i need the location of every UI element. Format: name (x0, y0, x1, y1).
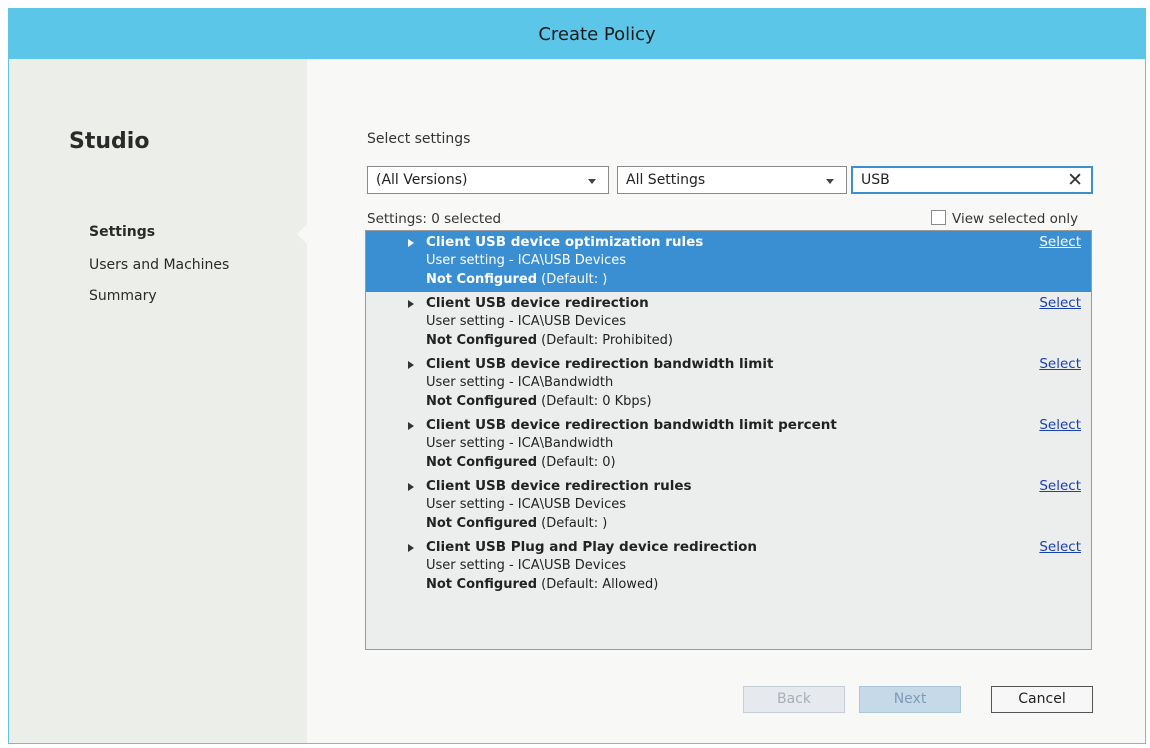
sidebar-item-summary[interactable]: Summary (89, 288, 157, 304)
expand-triangle-icon[interactable] (408, 422, 414, 430)
cancel-button[interactable]: Cancel (991, 686, 1093, 713)
setting-scope: User setting - ICA\USB Devices (426, 497, 627, 512)
active-step-indicator (297, 224, 307, 244)
next-button[interactable]: Next (859, 686, 961, 713)
setting-name: Client USB device optimization rules (426, 234, 704, 250)
expand-triangle-icon[interactable] (408, 544, 414, 552)
setting-scope: User setting - ICA\USB Devices (426, 558, 627, 573)
sidebar-item-users-and-machines[interactable]: Users and Machines (89, 257, 229, 273)
setting-status: Not Configured (Default: Prohibited) (426, 333, 673, 348)
select-link[interactable]: Select (1039, 539, 1081, 555)
version-filter-dropdown[interactable]: (All Versions) (367, 166, 609, 194)
setting-status: Not Configured (Default: 0 Kbps) (426, 394, 652, 409)
selected-count: Settings: 0 selected (367, 211, 502, 227)
setting-scope: User setting - ICA\Bandwidth (426, 375, 614, 390)
list-item[interactable]: Client USB device redirection rules User… (366, 475, 1091, 536)
category-filter-dropdown[interactable]: All Settings (617, 166, 847, 194)
expand-triangle-icon[interactable] (408, 239, 414, 247)
select-link[interactable]: Select (1039, 234, 1081, 250)
title-bar: Create Policy (9, 9, 1145, 59)
list-item[interactable]: Client USB device redirection User setti… (366, 292, 1091, 353)
setting-status: Not Configured (Default: ) (426, 516, 607, 531)
chevron-down-icon (826, 179, 834, 184)
setting-status: Not Configured (Default: 0) (426, 455, 616, 470)
expand-triangle-icon[interactable] (408, 300, 414, 308)
expand-triangle-icon[interactable] (408, 483, 414, 491)
create-policy-dialog: Create Policy Studio Settings Users and … (8, 8, 1146, 744)
select-link[interactable]: Select (1039, 356, 1081, 372)
default-value: (Default: 0 Kbps) (541, 394, 652, 409)
chevron-down-icon (588, 179, 596, 184)
setting-scope: User setting - ICA\USB Devices (426, 314, 627, 329)
sidebar-item-settings[interactable]: Settings (89, 224, 155, 240)
list-item[interactable]: Client USB device redirection bandwidth … (366, 414, 1091, 475)
status-value: Not Configured (426, 272, 538, 287)
setting-name: Client USB device redirection bandwidth … (426, 417, 837, 433)
list-item[interactable]: Client USB device optimization rules Use… (366, 231, 1091, 292)
setting-name: Client USB device redirection bandwidth … (426, 356, 774, 372)
list-item[interactable]: Client USB Plug and Play device redirect… (366, 536, 1091, 597)
setting-name: Client USB device redirection (426, 295, 649, 311)
status-value: Not Configured (426, 333, 538, 348)
page-heading: Select settings (367, 131, 471, 147)
settings-list[interactable]: Client USB device optimization rules Use… (365, 230, 1092, 650)
setting-scope: User setting - ICA\USB Devices (426, 253, 627, 268)
list-item[interactable]: Client USB device redirection bandwidth … (366, 353, 1091, 414)
search-value: USB (861, 172, 890, 188)
default-value: (Default: 0) (541, 455, 616, 470)
wizard-sidebar: Studio Settings Users and Machines Summa… (9, 59, 307, 743)
status-value: Not Configured (426, 577, 538, 592)
search-input[interactable]: USB ✕ (851, 166, 1093, 194)
setting-name: Client USB Plug and Play device redirect… (426, 539, 758, 555)
checkbox-box[interactable] (931, 210, 946, 225)
close-icon[interactable]: ✕ (1067, 169, 1083, 191)
default-value: (Default: ) (541, 272, 608, 287)
settings-panel: Select settings (All Versions) All Setti… (307, 59, 1145, 743)
select-link[interactable]: Select (1039, 417, 1081, 433)
default-value: (Default: Prohibited) (541, 333, 673, 348)
setting-name: Client USB device redirection rules (426, 478, 692, 494)
status-value: Not Configured (426, 455, 538, 470)
setting-scope: User setting - ICA\Bandwidth (426, 436, 614, 451)
setting-status: Not Configured (Default: Allowed) (426, 577, 658, 592)
default-value: (Default: Allowed) (541, 577, 659, 592)
select-link[interactable]: Select (1039, 478, 1081, 494)
category-filter-value: All Settings (626, 172, 706, 188)
window-title: Create Policy (538, 23, 656, 45)
default-value: (Default: ) (541, 516, 608, 531)
setting-status: Not Configured (Default: ) (426, 272, 607, 287)
expand-triangle-icon[interactable] (408, 361, 414, 369)
select-link[interactable]: Select (1039, 295, 1081, 311)
back-button[interactable]: Back (743, 686, 845, 713)
view-selected-only-label: View selected only (952, 211, 1079, 227)
status-value: Not Configured (426, 394, 538, 409)
version-filter-value: (All Versions) (376, 172, 468, 188)
view-selected-only-checkbox[interactable]: View selected only (931, 210, 1078, 227)
studio-brand: Studio (69, 129, 150, 154)
status-value: Not Configured (426, 516, 538, 531)
